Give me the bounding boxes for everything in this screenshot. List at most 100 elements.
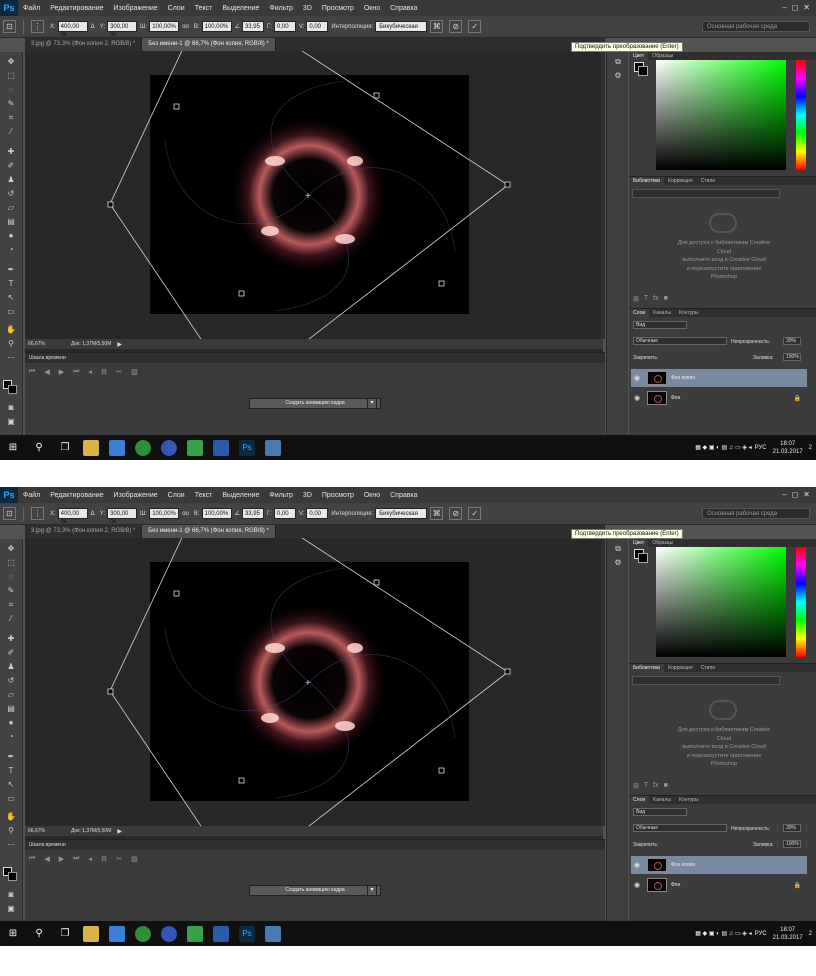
eraser-tool-icon[interactable]: ▱ [5, 689, 17, 700]
clock[interactable]: 18:07 21.03.2017 [773, 926, 803, 942]
menu-3d[interactable]: 3D [298, 492, 317, 499]
transform-handle[interactable] [238, 777, 245, 784]
minimize-button[interactable]: – [782, 3, 786, 12]
angle-field[interactable]: 33,95 [241, 508, 264, 519]
screen-mode-icon[interactable]: ▣ [5, 903, 17, 914]
tab-styles[interactable]: Стили [697, 177, 719, 185]
menu-window[interactable]: Окно [359, 5, 385, 12]
task-view-icon[interactable]: ❐ [57, 926, 73, 942]
history-panel-icon[interactable]: ⧉ [612, 56, 624, 67]
minimize-button[interactable]: – [782, 490, 786, 499]
commit-transform-icon[interactable]: ✓ [468, 507, 482, 520]
blend-mode-select[interactable]: Обычные [633, 824, 727, 832]
menu-filter[interactable]: Фильтр [264, 5, 298, 12]
scissors-icon[interactable]: ✂ [116, 368, 122, 376]
audio-icon[interactable]: ◂ [88, 855, 92, 863]
transition-icon[interactable]: ▨ [131, 855, 138, 863]
menu-edit[interactable]: Редактирование [45, 5, 108, 12]
layer-row[interactable]: ◉ Фон 🔒 [631, 876, 807, 894]
eyedropper-tool-icon[interactable]: ⁄ [5, 126, 17, 137]
transform-handle[interactable] [373, 92, 380, 99]
add-color-icon[interactable]: ■ [664, 295, 668, 303]
transform-handle[interactable] [504, 668, 511, 675]
transform-handle[interactable] [173, 103, 180, 110]
blur-tool-icon[interactable]: ● [5, 717, 17, 728]
tab-libraries[interactable]: Библиотеки [629, 177, 665, 185]
healing-tool-icon[interactable]: ✚ [5, 633, 17, 644]
type-tool-icon[interactable]: T [5, 765, 17, 776]
stamp-tool-icon[interactable]: ♟ [5, 661, 17, 672]
layer-filter-select[interactable]: Вид [633, 321, 687, 329]
add-text-icon[interactable]: T [644, 782, 648, 790]
menu-type[interactable]: Текст [190, 492, 218, 499]
app-icon[interactable] [213, 439, 229, 456]
canvas-area[interactable]: + [25, 51, 601, 339]
app-icon[interactable] [187, 925, 203, 942]
brush-tool-icon[interactable]: ✐ [5, 160, 17, 171]
create-frame-animation-button[interactable]: Создать анимацию кадра [249, 885, 381, 896]
clock[interactable]: 18:07 21.03.2017 [773, 440, 803, 456]
type-tool-icon[interactable]: T [5, 278, 17, 289]
tab-document-1[interactable]: 3.jpg @ 73,3% (Фон копия 2, RGB/8) * [25, 525, 143, 538]
transform-handle[interactable] [107, 201, 114, 208]
status-arrow-icon[interactable]: ▶ [117, 828, 122, 835]
interpolation-select[interactable]: Бикубическая [375, 21, 428, 32]
tab-layers[interactable]: Слои [629, 796, 650, 804]
dodge-tool-icon[interactable]: ◔ [5, 244, 17, 255]
transform-handle[interactable] [107, 688, 114, 695]
canvas-svg[interactable]: + [25, 51, 601, 339]
visibility-eye-icon[interactable]: ◉ [631, 861, 643, 869]
canvas-svg[interactable]: + [25, 538, 601, 826]
search-icon[interactable]: ⚲ [31, 926, 47, 942]
app-icon[interactable] [213, 925, 229, 942]
transform-tool-icon[interactable]: ⊡ [3, 507, 16, 520]
menu-layer[interactable]: Слои [163, 492, 190, 499]
fill-field[interactable]: 100% [783, 353, 801, 361]
add-graphic-icon[interactable]: ⊞ [633, 295, 639, 303]
timeline-dropdown-icon[interactable]: ▾ [367, 398, 377, 409]
commit-transform-icon[interactable]: ✓ [468, 20, 482, 33]
first-frame-icon[interactable]: ⏮ [29, 368, 35, 376]
panel-background-swatch[interactable] [638, 66, 648, 76]
tab-swatches[interactable]: Образцы [648, 52, 677, 60]
marquee-tool-icon[interactable]: ⬚ [5, 557, 17, 568]
zoom-tool-icon[interactable]: ⚲ [5, 338, 17, 349]
vertical-scrollbar[interactable] [601, 538, 605, 826]
scissors-icon[interactable]: ✂ [116, 855, 122, 863]
shape-tool-icon[interactable]: ▭ [5, 793, 17, 804]
quick-select-tool-icon[interactable]: ✎ [5, 585, 17, 596]
file-explorer-icon[interactable] [83, 925, 99, 942]
transform-handle[interactable] [173, 590, 180, 597]
layer-row[interactable]: ◉ Фон копия [631, 856, 807, 874]
store-icon[interactable] [109, 925, 125, 942]
prev-frame-icon[interactable]: ◀ [44, 855, 49, 863]
transform-handle[interactable] [373, 579, 380, 586]
layer-filter-select[interactable]: Вид [633, 808, 687, 816]
settings-icon[interactable]: ⚙ [101, 368, 107, 376]
history-panel-icon[interactable]: ⧉ [612, 543, 624, 554]
windows-start-icon[interactable]: ⊞ [5, 926, 21, 942]
width-field[interactable]: 100,00% [149, 21, 180, 32]
path-select-tool-icon[interactable]: ↖ [5, 779, 17, 790]
photoshop-taskbar-icon[interactable]: Ps [239, 925, 255, 942]
blend-mode-select[interactable]: Обычные [633, 337, 727, 345]
menu-select[interactable]: Выделение [217, 492, 264, 499]
play-icon[interactable]: ▶ [59, 855, 64, 863]
tab-color[interactable]: Цвет [629, 52, 649, 60]
windows-start-icon[interactable]: ⊞ [5, 440, 21, 456]
canvas-area[interactable]: + [25, 538, 601, 826]
library-select[interactable] [632, 676, 780, 685]
warp-icon[interactable]: ⌘ [430, 507, 444, 520]
tab-adjustments[interactable]: Коррекция [664, 177, 697, 185]
hand-tool-icon[interactable]: ✋ [5, 811, 17, 822]
maximize-button[interactable]: ◻ [792, 3, 799, 12]
tab-document-2[interactable]: Без имени-1 @ 66,7% (Фон копия, RGB/8) * [142, 525, 276, 538]
link-icon[interactable]: оо [182, 24, 189, 30]
transform-handle[interactable] [504, 181, 511, 188]
language-indicator[interactable]: РУС [755, 445, 767, 451]
tab-color[interactable]: Цвет [629, 539, 649, 547]
prev-frame-icon[interactable]: ◀ [44, 368, 49, 376]
pen-tool-icon[interactable]: ✒ [5, 751, 17, 762]
marquee-tool-icon[interactable]: ⬚ [5, 70, 17, 81]
settings-icon[interactable]: ⚙ [101, 855, 107, 863]
